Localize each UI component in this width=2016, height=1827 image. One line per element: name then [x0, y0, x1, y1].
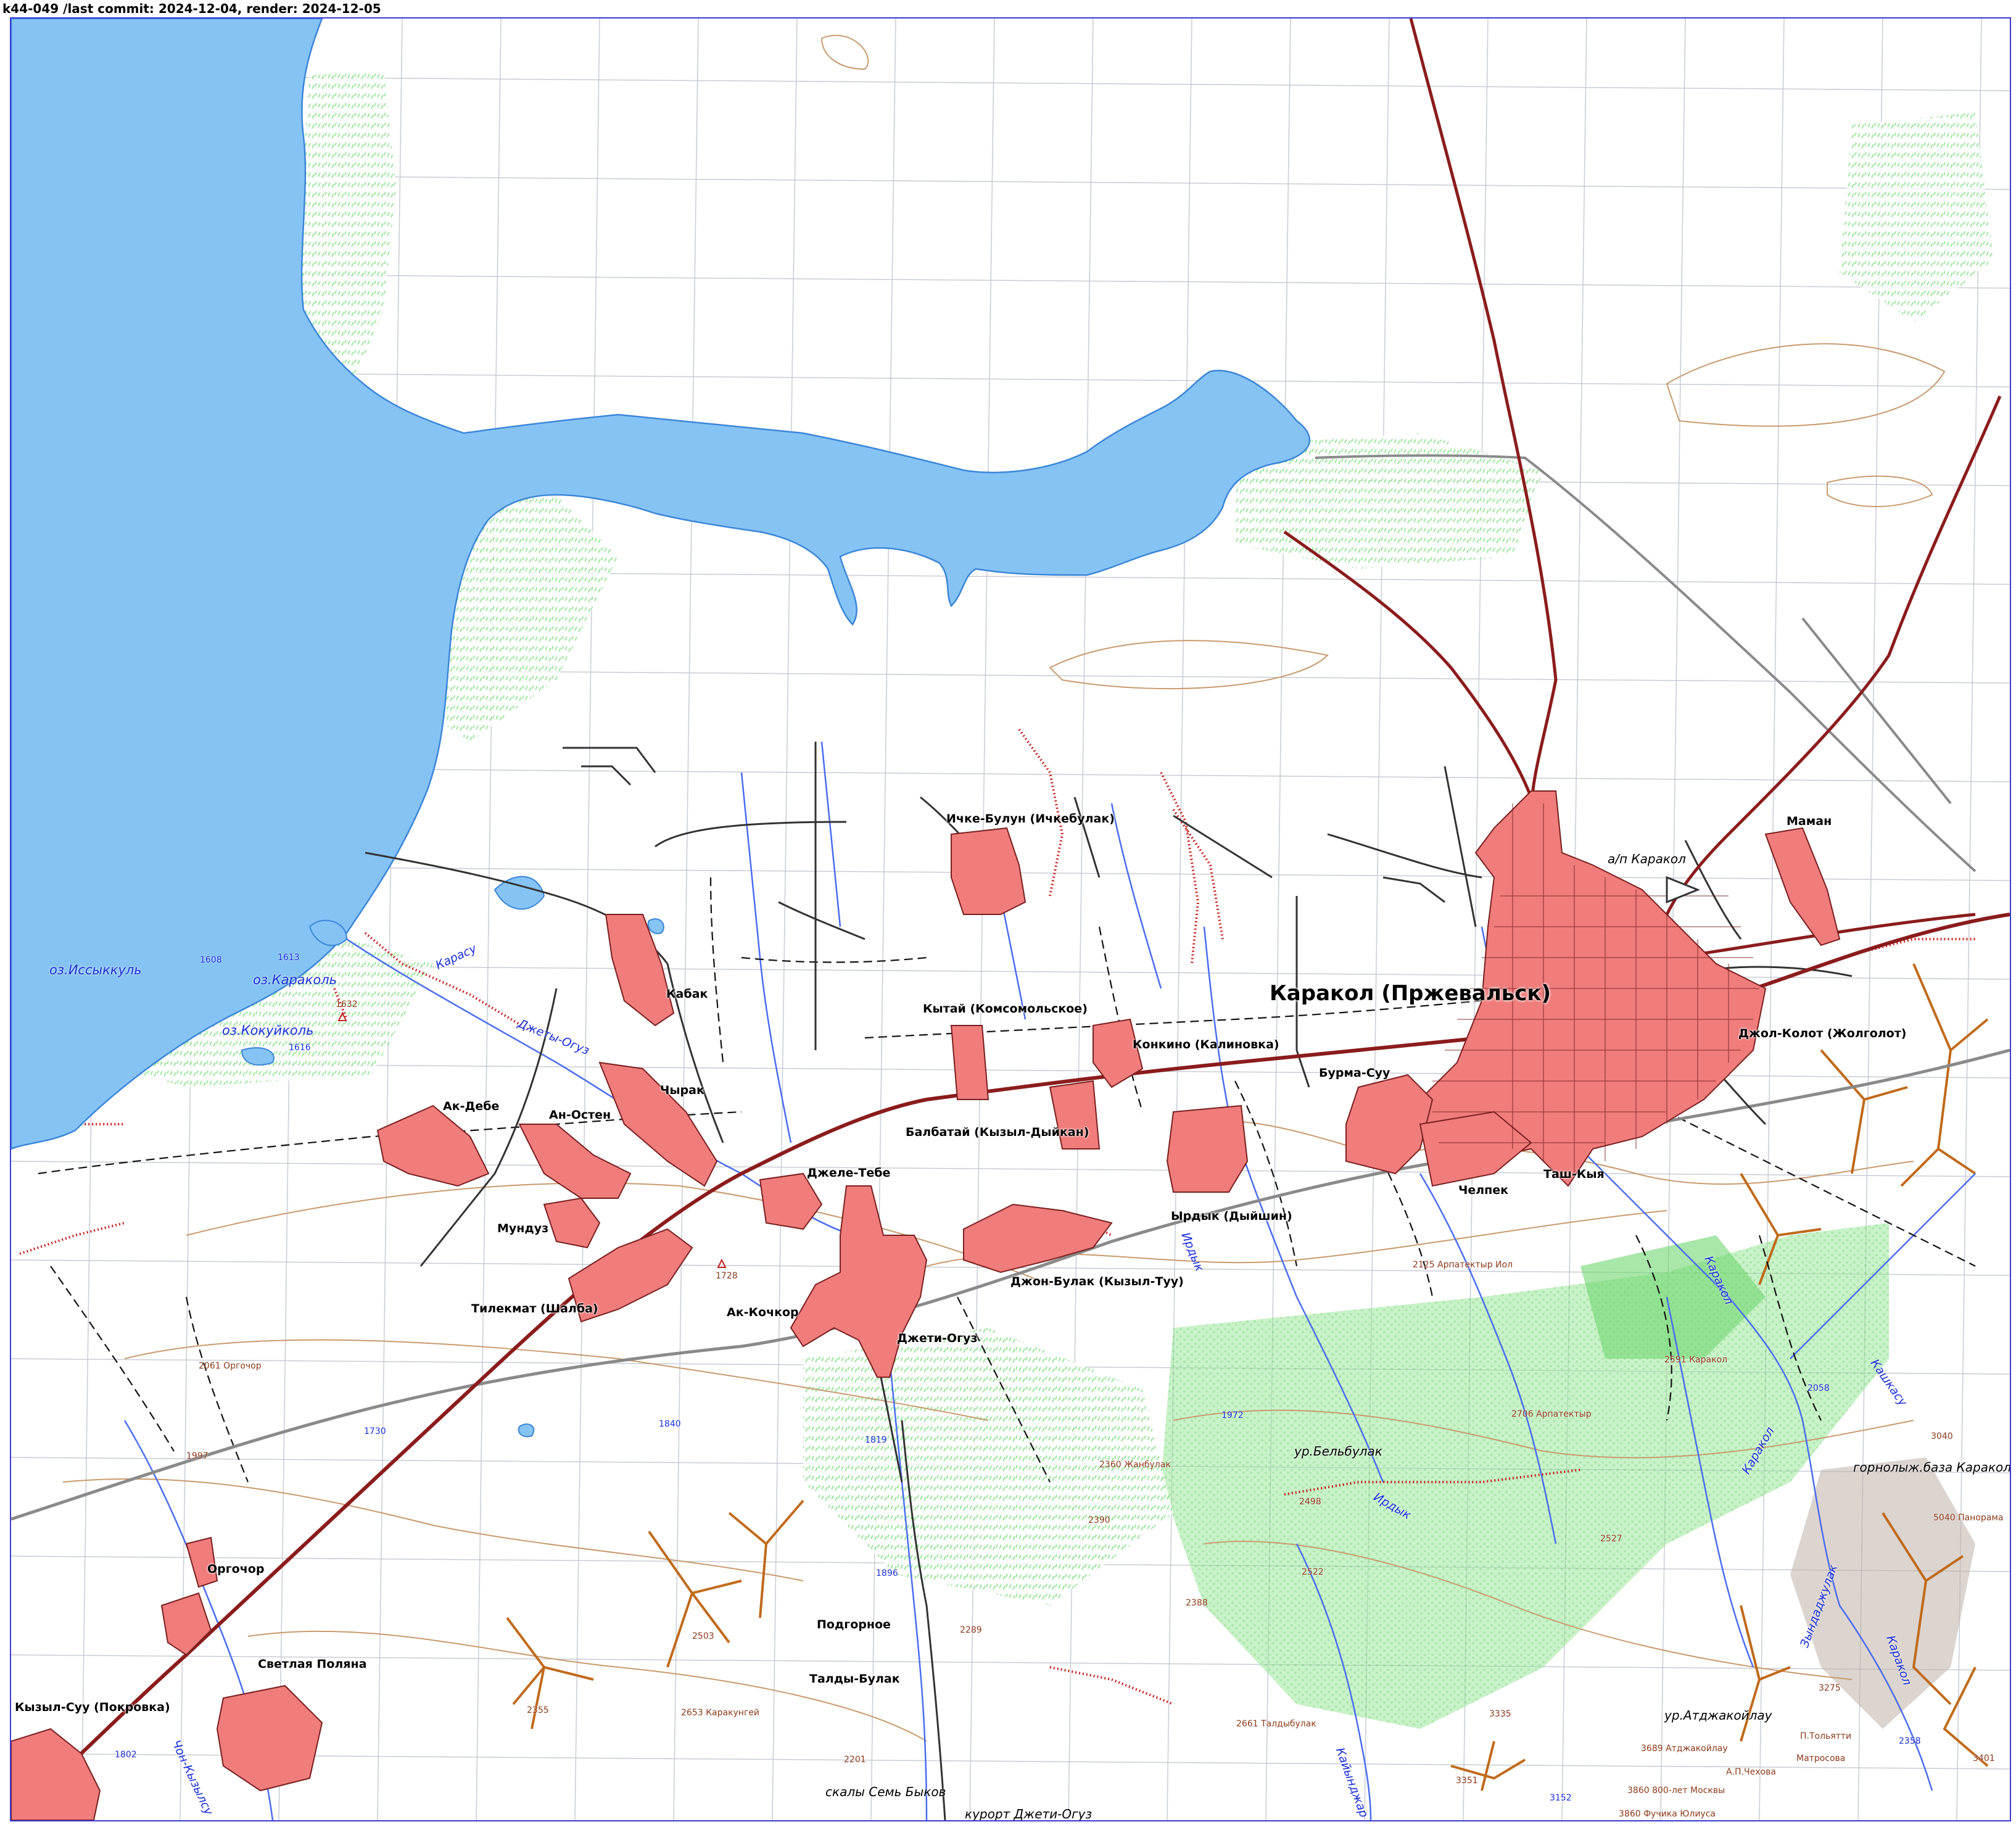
settlement-kabak [605, 914, 675, 1027]
peak-label-tolyatti: П.Тольятти [1800, 1731, 1852, 1741]
elevation-label-2498: 2498 [1299, 1497, 1321, 1507]
peak-label-matrosova: Матросова [1796, 1754, 1846, 1763]
elevation-label-3275: 3275 [1819, 1683, 1841, 1693]
settlement-kytai [950, 1025, 989, 1100]
place-label-seven-bulls: скалы Семь Быков [825, 1784, 946, 1799]
elevation-label-3689: 3689 Атджакойлау [1641, 1744, 1728, 1754]
elevation-label-2289: 2289 [960, 1625, 982, 1635]
lake-label-issykkul: оз.Иссыккуль [49, 963, 142, 977]
peak-label-chehova: А.П.Чехова [1726, 1767, 1776, 1777]
elevation-label-3401: 3401 [1973, 1754, 1995, 1763]
town-label-kabak: Кабак [666, 987, 708, 1001]
place-label-resort: курорт Джети-Огуз [965, 1807, 1093, 1821]
town-label-kytai: Кытай (Комсомольское) [923, 1002, 1088, 1016]
elevation-label-1819: 1819 [865, 1435, 887, 1445]
elevation-label-1632: 1632 [336, 1000, 358, 1009]
settlement-ichke-bulun [951, 827, 1027, 915]
settlement-ak-debe [376, 1104, 490, 1187]
town-label-ichke-bulun: Ичке-Булун (Ичкебулак) [946, 812, 1115, 826]
airport-runway [1666, 876, 1701, 904]
elevation-label-2061: 2061 Оргочор [199, 1361, 262, 1371]
elevation-label-2388: 2388 [1186, 1598, 1208, 1608]
place-label-ski-base: горнолыж.база Каракол [1853, 1460, 2011, 1475]
town-label-burma-suu: Бурма-Суу [1319, 1066, 1390, 1080]
town-label-svetlaya-polyana: Светлая Поляна [258, 1657, 367, 1671]
settlement-maman [1764, 827, 1841, 947]
town-label-dzhon-bulak: Джон-Булак (Кызыл-Туу) [1010, 1275, 1184, 1288]
town-label-munduz: Мундуз [497, 1222, 549, 1235]
town-label-podgornoe: Подгорное [817, 1618, 891, 1631]
elevation-label-2201: 2201 [844, 1755, 866, 1765]
elevation-label-2058: 2058 [1807, 1383, 1830, 1393]
elevation-label-3351: 3351 [1456, 1776, 1478, 1786]
place-label-belbulak: ур.Бельбулак [1294, 1444, 1382, 1459]
elevation-label-3040: 3040 [1931, 1431, 1953, 1441]
settlement-orgochor-south [160, 1592, 212, 1656]
town-label-tilekmat: Тилекмат (Шалба) [471, 1302, 598, 1315]
town-label-dzhol-kolot: Джол-Колот (Жолголот) [1738, 1027, 1907, 1040]
settlement-dzhon-bulak [963, 1203, 1113, 1274]
elevation-label-1840: 1840 [659, 1419, 681, 1429]
town-label-kyzyl-suu: Кызыл-Суу (Покровка) [15, 1701, 170, 1714]
lake-label-karakol: оз.Караколь [253, 972, 337, 987]
town-label-chyrak: Чырак [660, 1083, 704, 1097]
elevation-label-1896: 1896 [876, 1568, 898, 1578]
elevation-label-3335: 3335 [1489, 1709, 1511, 1719]
elevation-label-1997: 1997 [186, 1451, 209, 1461]
map-frame[interactable]: Каракол (Пржевальск) Ичке-Булун (Ичкебул… [10, 17, 2011, 1821]
elevation-label-2355: 2355 [527, 1705, 549, 1715]
elevation-label-5040: 5040 Панорама [1933, 1513, 2004, 1523]
elevation-label-2360: 2360 Жанбулак [1099, 1460, 1171, 1470]
elevation-label-2503: 2503 [692, 1631, 714, 1641]
town-label-ak-kochkor: Ак-Кочкор [727, 1306, 799, 1319]
elevation-label-1728: 1728 [716, 1271, 738, 1281]
lake-label-kokuikol: оз.Кокуйколь [222, 1023, 314, 1038]
town-label-orgochor: Оргочор [207, 1562, 265, 1576]
town-label-ak-debe: Ак-Дебе [443, 1100, 500, 1113]
town-label-dzhele-tebe: Джеле-Тебе [807, 1166, 891, 1180]
town-label-yrdyk: Ырдык (Дыйшин) [1171, 1209, 1292, 1223]
city-label-karakol: Каракол (Пржевальск) [1270, 981, 1551, 1006]
settlement-dzhele-tebe [759, 1172, 823, 1230]
elevation-label-3152: 3152 [1550, 1793, 1572, 1803]
town-label-balbatai: Балбатай (Кызыл-Дыйкан) [906, 1125, 1089, 1139]
town-label-taldy-bulak: Талды-Булак [809, 1672, 900, 1686]
elevation-label-1802: 1802 [115, 1750, 137, 1760]
town-label-maman: Маман [1787, 814, 1832, 828]
elevation-label-3860b: 3860 Фучика Юлиуса [1619, 1809, 1716, 1819]
elevation-label-1972: 1972 [1221, 1411, 1244, 1420]
town-label-chelpek: Челпек [1458, 1183, 1509, 1197]
elevation-label-1730: 1730 [364, 1427, 386, 1436]
elevation-label-2706: 2706 Арпатектыр [1511, 1409, 1592, 1419]
settlement-munduz [543, 1197, 601, 1249]
elevation-label-2358: 2358 [1899, 1736, 1921, 1746]
elevation-label-2653: 2653 Каракунгей [681, 1708, 760, 1718]
settlement-yrdyk [1166, 1104, 1249, 1193]
town-label-tash-kyya: Таш-Кыя [1543, 1167, 1605, 1181]
settlement-an-osten [518, 1124, 632, 1199]
elevation-label-2390: 2390 [1088, 1515, 1110, 1525]
town-label-an-osten: Ан-Остен [549, 1108, 611, 1122]
topographic-map[interactable] [11, 19, 2010, 1820]
town-label-dzheti-oguz: Джети-Огуз [897, 1332, 978, 1345]
elevation-label-1616: 1616 [289, 1043, 311, 1053]
mountain-vegetation [803, 1223, 1975, 1729]
town-label-konkino: Конкино (Калиновка) [1133, 1038, 1279, 1051]
elevation-label-1613: 1613 [278, 953, 300, 963]
map-sheet-header: k44-049 /last commit: 2024-12-04, render… [2, 1, 381, 16]
elevation-label-2661: 2661 Талдыбулак [1236, 1719, 1316, 1729]
elevation-label-2522: 2522 [1302, 1567, 1324, 1577]
elevation-label-2591: 2591 Каракол [1664, 1355, 1728, 1365]
place-label-atdzhakoilau: ур.Атджакойлау [1664, 1708, 1772, 1723]
place-label-airport: а/п Каракол [1608, 851, 1686, 866]
elevation-label-3860a: 3860 800-лет Москвы [1627, 1786, 1725, 1796]
elevation-label-2527: 2527 [1600, 1534, 1622, 1544]
elevation-label-1608: 1608 [200, 955, 222, 965]
settlement-svetlaya-polyana [216, 1684, 323, 1792]
settlement-kyzyl-suu [11, 1728, 101, 1820]
elevation-label-2125: 2125 Арпатектыр Иол [1413, 1260, 1513, 1270]
